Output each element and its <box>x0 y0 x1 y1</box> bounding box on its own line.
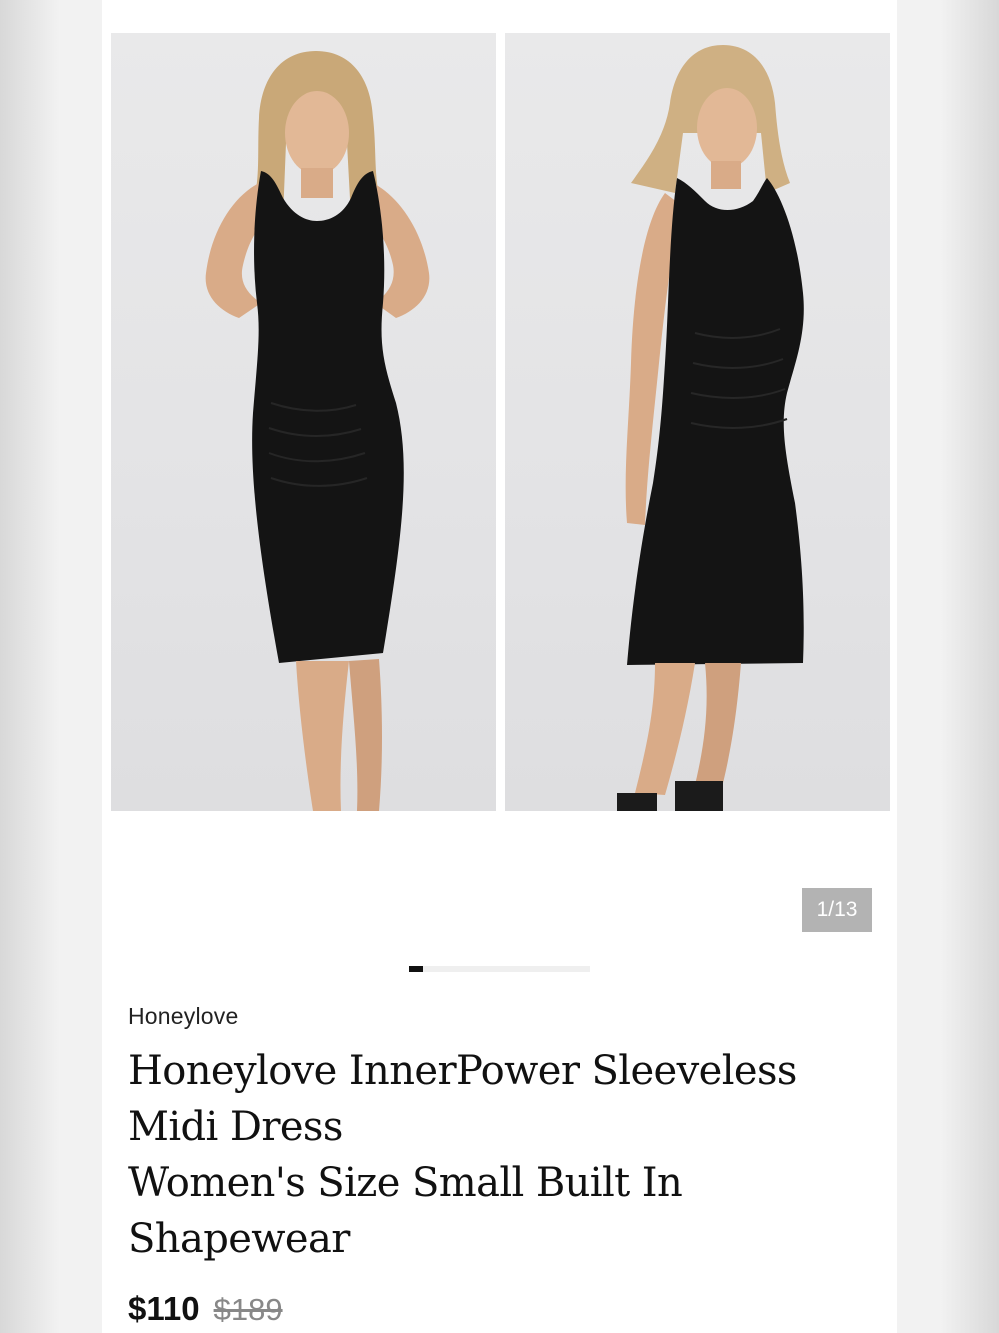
product-image-side[interactable] <box>505 33 890 811</box>
product-image-front[interactable] <box>111 33 496 811</box>
product-title-line: Midi Dress <box>128 1104 343 1150</box>
model-front-illustration <box>205 51 430 811</box>
gallery-progress-indicator <box>409 966 423 972</box>
gallery-progress-bar[interactable] <box>409 966 590 972</box>
product-title: Honeylove InnerPower Sleeveless Midi Dre… <box>128 1043 868 1267</box>
product-card: 1/13 Honeylove Honeylove InnerPower Slee… <box>102 0 897 1333</box>
price-row: $110 $189 <box>128 1290 283 1330</box>
image-counter-badge: 1/13 <box>802 888 872 932</box>
brand-name[interactable]: Honeylove <box>128 1003 238 1030</box>
original-price: $189 <box>213 1292 283 1327</box>
current-price: $110 <box>128 1290 200 1327</box>
model-side-illustration <box>617 45 804 811</box>
product-title-line: Shapewear <box>128 1216 350 1262</box>
product-title-line: Women's Size Small Built In <box>128 1160 683 1206</box>
product-title-line: Honeylove InnerPower Sleeveless <box>128 1048 797 1094</box>
